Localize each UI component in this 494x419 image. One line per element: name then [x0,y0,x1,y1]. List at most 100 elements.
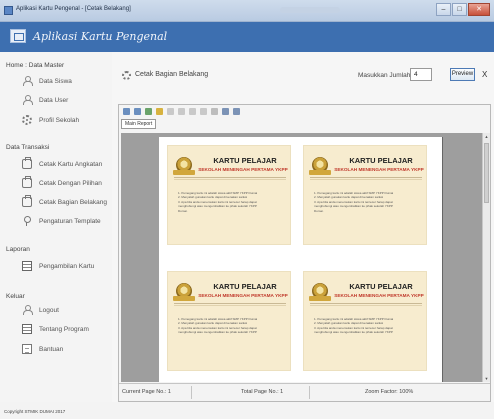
card-subtitle: SEKOLAH MENENGAH PERTAMA YKPP [198,293,288,298]
book-icon [22,261,32,271]
sidebar-item-pengaturan-template[interactable]: Pengaturan Template [22,215,101,227]
card-rule-line: menghubungi atau mengembalikan ke pihak … [178,330,257,335]
status-divider [191,386,192,399]
total-page-status: Total Page No.: 1 [241,389,284,395]
print-icon[interactable] [134,107,141,115]
previous-page-icon[interactable] [178,107,185,115]
zoom-factor-status: Zoom Factor: 100% [365,389,414,395]
quantity-input[interactable] [410,68,432,81]
sidebar-item-label: Cetak Kartu Angkatan [39,160,103,168]
sidebar-item-data-user[interactable]: Data User [22,94,68,106]
sidebar-item-bantuan[interactable]: Bantuan [22,343,63,355]
export-icon[interactable] [123,107,130,115]
report-canvas: KARTU PELAJAR SEKOLAH MENENGAH PERTAMA Y… [121,133,482,382]
quantity-label: Masukkan Jumlah [358,72,411,79]
section-title-data-transaksi: Data Transaksi [6,144,50,151]
person-icon [22,76,33,86]
person-icon [22,95,33,105]
sidebar-item-label: Logout [39,306,59,314]
minimize-button[interactable]: – [436,3,451,16]
page-header: Cetak Bagian Belakang Masukkan Jumlah Pr… [112,60,494,90]
emblem-ribbon [309,296,331,301]
sidebar-item-label: Data User [39,96,69,104]
card-divider [174,177,286,178]
card-divider [174,303,286,304]
sidebar-item-label: Pengaturan Template [39,217,101,225]
page-title: Cetak Bagian Belakang [135,71,209,78]
sidebar-item-data-siswa[interactable]: Data Siswa [22,75,72,87]
card-rule-line: Dumai. [178,208,188,213]
sidebar-item-profil-sekolah[interactable]: Profil Sekolah [22,114,79,126]
printer-icon [22,176,32,188]
first-page-icon[interactable] [167,107,174,115]
scroll-up-icon[interactable]: ▲ [484,134,489,139]
card-title: KARTU PELAJAR [213,156,277,165]
section-title-laporan: Laporan [6,246,30,253]
window-titlebar: Aplikasi Kartu Pengenal - [Cetak Belakan… [0,0,494,22]
viewer-toolbar [119,105,490,117]
scroll-down-icon[interactable]: ▼ [484,376,489,381]
pin-icon [22,216,32,226]
app-name: Aplikasi Kartu Pengenal [33,30,168,43]
sidebar-item-label: Cetak Dengan Pilihan [39,179,102,187]
sidebar-item-label: Tentang Program [39,325,89,333]
card-divider [310,305,422,306]
next-page-icon[interactable] [189,107,196,115]
emblem-ribbon [173,170,195,175]
id-card-back: KARTU PELAJAR SEKOLAH MENENGAH PERTAMA Y… [167,145,291,245]
sidebar-item-label: Bantuan [39,345,64,353]
card-rules: 1. Pemegang kartu ini adalah siswa aktif… [314,317,422,335]
vertical-scrollbar[interactable]: ▲ ▼ [482,133,490,382]
card-rules: 1. Pemegang kartu ini adalah siswa aktif… [314,191,422,213]
printer-icon [22,157,32,169]
emblem-ribbon [309,170,331,175]
sidebar-item-label: Data Siswa [39,77,72,85]
card-subtitle: SEKOLAH MENENGAH PERTAMA YKPP [334,293,424,298]
sidebar-item-label: Pengambilan Kartu [39,262,95,270]
card-title: KARTU PELAJAR [213,282,277,291]
sidebar-item-tentang-program[interactable]: Tentang Program [22,323,89,335]
group-tree-icon[interactable] [156,107,163,115]
main-panel: Cetak Bagian Belakang Masukkan Jumlah Pr… [112,52,494,402]
zoom-icon[interactable] [233,107,240,115]
goto-page-icon[interactable] [211,107,218,115]
section-title-data-master: Home : Data Master [6,62,65,69]
card-divider [310,179,422,180]
sidebar-item-pengambilan-kartu[interactable]: Pengambilan Kartu [22,260,94,272]
section-title-keluar: Keluar [6,293,25,300]
close-panel-button[interactable]: X [482,70,487,79]
card-title: KARTU PELAJAR [349,156,413,165]
maximize-button[interactable]: □ [452,3,467,16]
sidebar-item-cetak-dengan-pilihan[interactable]: Cetak Dengan Pilihan [22,176,102,189]
refresh-icon[interactable] [145,107,152,115]
app-footer: Copyright STMIK DUMAI 2017 [0,402,494,419]
sidebar-item-cetak-kartu-angkatan[interactable]: Cetak Kartu Angkatan [22,157,103,170]
card-rules: 1. Pemegang kartu ini adalah siswa aktif… [178,317,286,335]
app-window-icon [4,6,13,15]
sidebar-item-logout[interactable]: Logout [22,304,59,316]
copyright-text: Copyright STMIK DUMAI 2017 [4,409,66,414]
card-divider [310,177,422,178]
status-divider [309,386,310,399]
close-window-button[interactable]: ✕ [468,3,490,16]
app-header: Aplikasi Kartu Pengenal [0,22,494,52]
last-page-icon[interactable] [200,107,207,115]
scrollbar-thumb[interactable] [484,143,489,203]
search-icon[interactable] [222,107,229,115]
card-subtitle: SEKOLAH MENENGAH PERTAMA YKPP [334,167,424,172]
id-card-back: KARTU PELAJAR SEKOLAH MENENGAH PERTAMA Y… [303,271,427,371]
id-card-icon [10,29,26,43]
emblem-ribbon [173,296,195,301]
id-card-back: KARTU PELAJAR SEKOLAH MENENGAH PERTAMA Y… [303,145,427,245]
report-viewer: Main Report KARTU PELAJAR SEKOLAH MENENG… [118,104,491,402]
id-card-back: KARTU PELAJAR SEKOLAH MENENGAH PERTAMA Y… [167,271,291,371]
card-divider [174,179,286,180]
card-divider [310,303,422,304]
printer-icon [22,195,32,207]
card-rule-line: menghubungi atau mengembalikan ke pihak … [314,330,393,335]
tab-main-report[interactable]: Main Report [121,119,157,129]
card-rules: 1. Pemegang kartu ini adalah siswa aktif… [178,191,286,213]
sidebar-item-cetak-bagian-belakang[interactable]: Cetak Bagian Belakang [22,195,107,208]
titlebar-blurred-area [280,7,340,13]
preview-button[interactable]: Preview [450,68,475,81]
